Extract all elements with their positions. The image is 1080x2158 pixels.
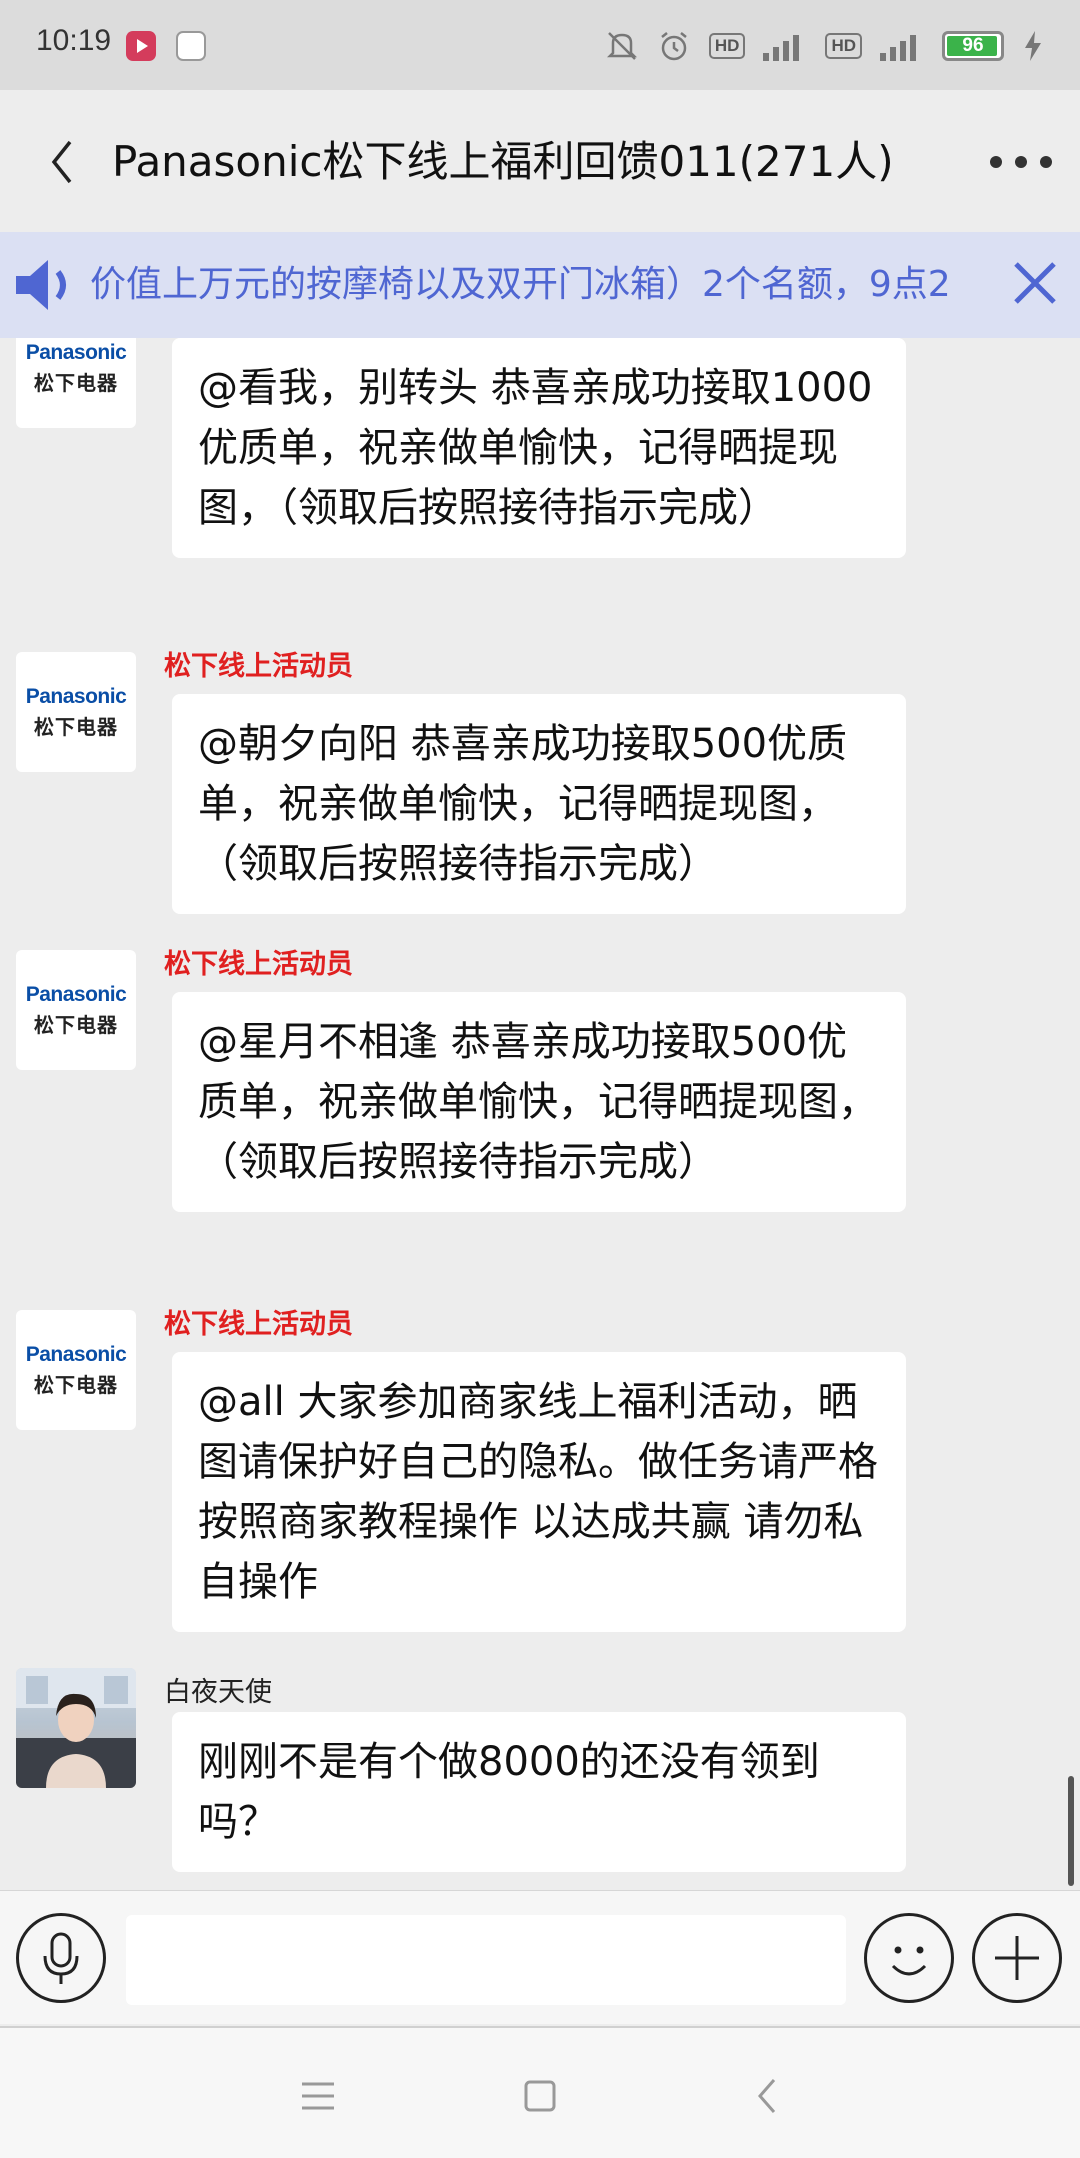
avatar-logo: Panasonic	[25, 1342, 127, 1366]
back-arrow-icon[interactable]	[738, 2066, 798, 2126]
status-bar: 10:19 HD HD 96	[0, 0, 1080, 90]
system-nav-bar	[0, 2026, 1080, 2158]
video-app-icon	[126, 31, 156, 61]
avatar[interactable]: Panasonic 松下电器	[16, 1310, 136, 1430]
chat-header: Panasonic松下线上福利回馈011(271人)	[0, 90, 1080, 232]
speaker-icon	[16, 260, 66, 310]
sender-name: 松下线上活动员	[164, 1309, 353, 1340]
message-bubble[interactable]: @看我，别转头 恭喜亲成功接取1000优质单，祝亲做单愉快，记得晒提现图，（领取…	[172, 338, 906, 558]
message-list[interactable]: Panasonic 松下电器 @看我，别转头 恭喜亲成功接取1000优质单，祝亲…	[0, 338, 1080, 1890]
sender-name: 白夜天使	[164, 1677, 272, 1708]
charging-icon	[1022, 29, 1056, 63]
avatar-subtitle: 松下电器	[34, 714, 118, 739]
microphone-icon	[43, 1932, 79, 1984]
signal-icon-2	[880, 31, 924, 61]
close-icon[interactable]	[1008, 256, 1062, 310]
chat-title: Panasonic松下线上福利回馈011(271人)	[112, 137, 894, 186]
signal-icon	[763, 31, 807, 61]
sender-name: 松下线上活动员	[164, 949, 353, 980]
mute-icon	[605, 29, 639, 63]
home-square-icon[interactable]	[510, 2066, 570, 2126]
user-avatar[interactable]	[16, 1668, 136, 1788]
voice-button[interactable]	[16, 1913, 106, 2003]
avatar-logo: Panasonic	[25, 684, 127, 708]
emoji-icon	[891, 1946, 927, 1976]
battery-level: 96	[962, 35, 984, 56]
avatar[interactable]: Panasonic 松下电器	[16, 652, 136, 772]
scrollbar[interactable]	[1068, 1776, 1074, 1886]
battery-icon: 96	[942, 31, 1004, 61]
status-time: 10:19	[36, 24, 112, 57]
alarm-icon	[657, 29, 691, 63]
user-photo	[16, 1668, 136, 1788]
chevron-left-icon	[51, 140, 72, 184]
message-bubble[interactable]: @all 大家参加商家线上福利活动，晒图请保护好自己的隐私。做任务请严格按照商家…	[172, 1352, 906, 1632]
avatar[interactable]: Panasonic 松下电器	[16, 338, 136, 428]
panasonic-app-icon	[176, 31, 206, 61]
avatar-subtitle: 松下电器	[34, 1372, 118, 1397]
sender-name: 松下线上活动员	[164, 651, 353, 682]
plus-icon	[995, 1936, 1039, 1980]
avatar-subtitle: 松下电器	[34, 370, 118, 395]
avatar[interactable]: Panasonic 松下电器	[16, 950, 136, 1070]
avatar-logo: Panasonic	[25, 340, 127, 364]
message-bubble[interactable]: 刚刚不是有个做8000的还没有领到吗？	[172, 1712, 906, 1872]
message-bubble[interactable]: @星月不相逢 恭喜亲成功接取500优质单，祝亲做单愉快，记得晒提现图，（领取后按…	[172, 992, 906, 1212]
announcement-text: 价值上万元的按摩椅以及双开门冰箱）2个名额，9点2	[90, 264, 951, 305]
message-input[interactable]	[126, 1915, 846, 2005]
emoji-button[interactable]	[864, 1913, 954, 2003]
announcement-bar[interactable]: 价值上万元的按摩椅以及双开门冰箱）2个名额，9点2	[0, 232, 1080, 338]
message-bubble[interactable]: @朝夕向阳 恭喜亲成功接取500优质单，祝亲做单愉快，记得晒提现图，（领取后按照…	[172, 694, 906, 914]
input-bar	[0, 1890, 1080, 2024]
back-button[interactable]	[40, 134, 90, 190]
hd-badge: HD	[708, 33, 746, 59]
more-button[interactable]	[986, 134, 1056, 190]
avatar-subtitle: 松下电器	[34, 1012, 118, 1037]
more-dots-icon	[990, 156, 1002, 168]
menu-icon[interactable]	[288, 2066, 348, 2126]
plus-button[interactable]	[972, 1913, 1062, 2003]
hd-badge-2: HD	[825, 33, 862, 59]
avatar-logo: Panasonic	[25, 982, 127, 1006]
